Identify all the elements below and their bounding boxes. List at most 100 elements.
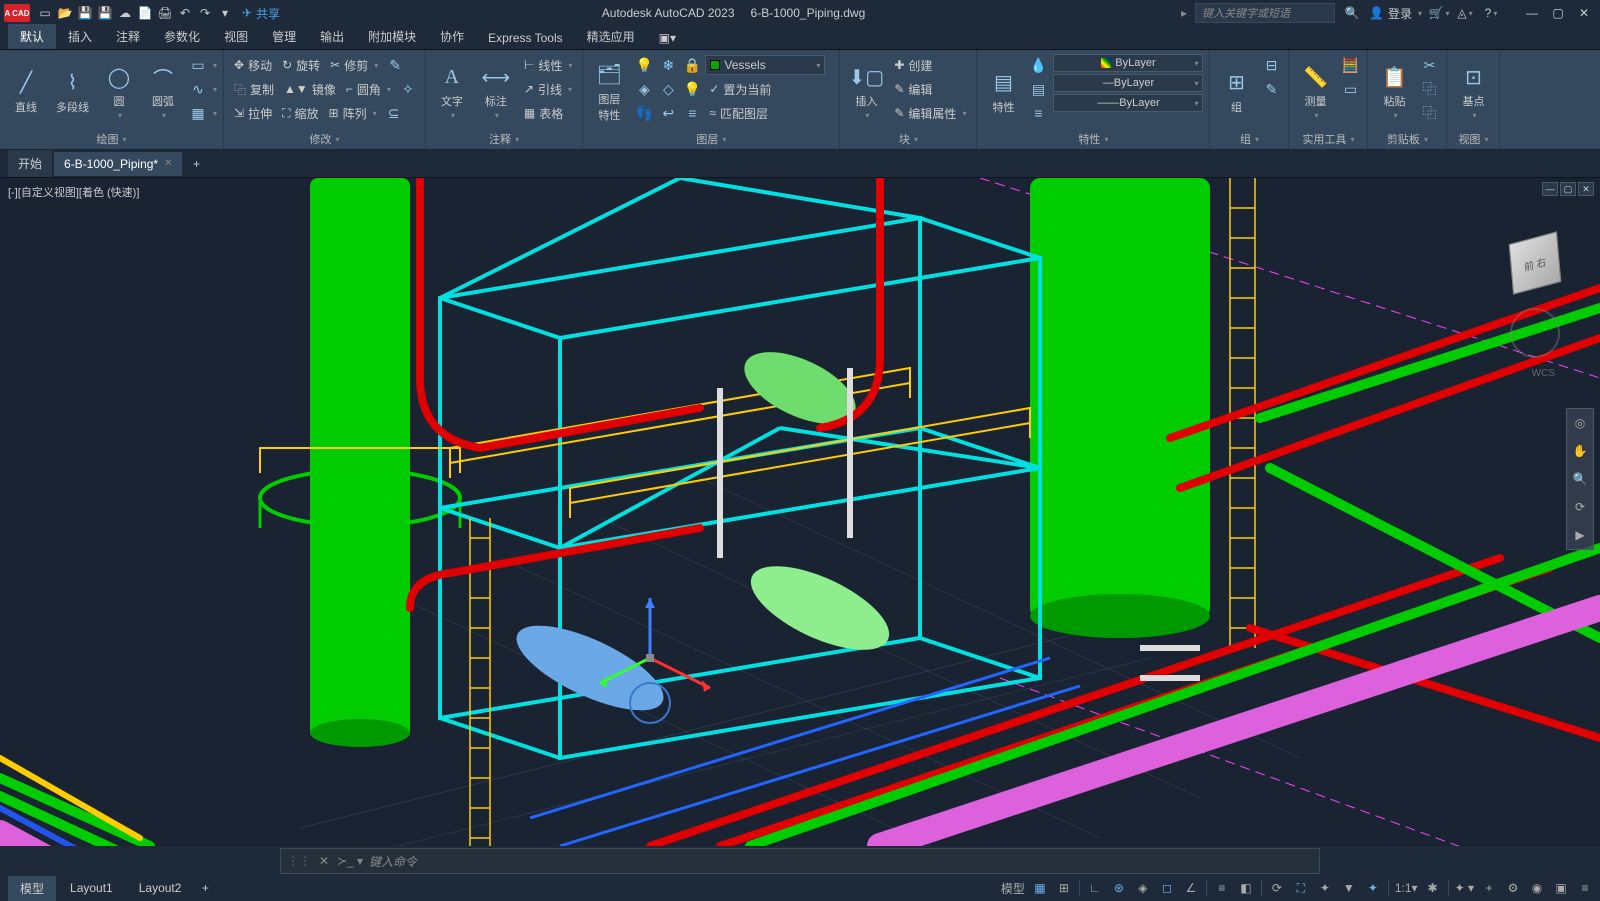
cmd-close-icon[interactable]: ✕ xyxy=(317,854,331,868)
isolate-icon[interactable]: ◉ xyxy=(1526,878,1548,898)
open-icon[interactable]: 📂 xyxy=(56,4,74,22)
custom-icon[interactable]: ≡ xyxy=(1574,878,1596,898)
workspace-icon[interactable]: ✦ ▾ xyxy=(1453,878,1476,898)
command-line[interactable]: ⋮⋮ ✕ ≻_ ▾ 键入命令 xyxy=(280,848,1320,874)
vp-minimize-icon[interactable]: — xyxy=(1542,182,1558,196)
layer-prev-icon[interactable]: ↩ xyxy=(657,102,679,124)
scale-button[interactable]: ⛶ 缩放 xyxy=(278,102,322,124)
mirror-button[interactable]: ▲▼ 镜像 xyxy=(280,78,340,100)
login-button[interactable]: 👤 登录 ▾ xyxy=(1369,5,1422,22)
paste-button[interactable]: 📋粘贴▾ xyxy=(1374,54,1414,129)
annovisibility-icon[interactable]: ✱ xyxy=(1422,878,1444,898)
stretch-button[interactable]: ⇲ 拉伸 xyxy=(230,102,276,124)
start-tab[interactable]: 开始 xyxy=(8,150,52,177)
ortho-icon[interactable]: ∟ xyxy=(1084,878,1106,898)
cut-icon[interactable]: ✂ xyxy=(1418,54,1440,76)
transparency-icon[interactable]: ◧ xyxy=(1235,878,1257,898)
saveas-icon[interactable]: 💾 xyxy=(96,4,114,22)
calc-icon[interactable]: 🧮 xyxy=(1339,54,1361,76)
app-icon[interactable]: A CAD xyxy=(4,4,30,22)
close-button[interactable]: ✕ xyxy=(1572,3,1596,23)
cycling-icon[interactable]: ⟳ xyxy=(1266,878,1288,898)
autodesk-icon[interactable]: ◬▾ xyxy=(1456,4,1474,22)
panel-label-layers[interactable]: 图层 xyxy=(589,129,833,147)
viewport[interactable]: [-][自定义视图][着色 (快速)] — ▢ ✕ 前 右 WCS ◎ ✋ 🔍 … xyxy=(0,178,1600,846)
ribbon-tab-express[interactable]: Express Tools xyxy=(476,27,574,49)
web-icon[interactable]: ☁ xyxy=(116,4,134,22)
spline-icon[interactable]: ∿ xyxy=(187,78,209,100)
text-button[interactable]: A文字▾ xyxy=(432,54,472,129)
erase-icon[interactable]: ✎ xyxy=(384,54,406,76)
ribbon-tab-addins[interactable]: 附加模块 xyxy=(356,24,428,49)
otrack-icon[interactable]: ∠ xyxy=(1180,878,1202,898)
panel-label-group[interactable]: 组 xyxy=(1216,129,1282,147)
layer-dropdown[interactable]: Vessels▾ xyxy=(705,55,825,75)
rotate-button[interactable]: ↻ 旋转 xyxy=(278,54,324,76)
panel-label-block[interactable]: 块 xyxy=(846,129,970,147)
insert-block-button[interactable]: ⬇▢插入▾ xyxy=(846,54,886,129)
dimension-button[interactable]: ⟷标注▾ xyxy=(476,54,516,129)
orbit-icon[interactable]: ⟳ xyxy=(1567,493,1593,521)
hatch-icon[interactable]: ▦ xyxy=(187,102,209,124)
maximize-button[interactable]: ▢ xyxy=(1546,3,1570,23)
layout1-tab[interactable]: Layout1 xyxy=(58,877,125,899)
layer-on-icon[interactable]: 💡 xyxy=(681,78,703,100)
leader-button[interactable]: ↗ 引线▾ xyxy=(520,78,576,100)
monitor-icon[interactable]: + xyxy=(1478,878,1500,898)
edit-attr-button[interactable]: ✎ 编辑属性▾ xyxy=(890,102,970,124)
viewcube[interactable]: 前 右 xyxy=(1500,228,1570,298)
panel-label-utilities[interactable]: 实用工具 xyxy=(1295,129,1361,147)
plot-icon[interactable]: 📄 xyxy=(136,4,154,22)
ribbon-tab-parametric[interactable]: 参数化 xyxy=(152,24,212,49)
share-button[interactable]: ✈ 共享 xyxy=(236,4,286,22)
filter-icon[interactable]: ▼ xyxy=(1338,878,1360,898)
circle-button[interactable]: ◯圆▾ xyxy=(99,54,139,129)
match-layer-button[interactable]: ≈ 匹配图层 xyxy=(705,102,772,124)
model-space-button[interactable]: 模型 xyxy=(999,878,1027,898)
osnap-icon[interactable]: ◻ xyxy=(1156,878,1178,898)
polyline-button[interactable]: ⌇多段线 xyxy=(50,54,95,129)
array-button[interactable]: ⊞ 阵列▾ xyxy=(325,102,381,124)
iso-icon[interactable]: ◈ xyxy=(1132,878,1154,898)
layer-state-icon[interactable]: ≡ xyxy=(681,102,703,124)
lineweight-icon[interactable]: ≡ xyxy=(1211,878,1233,898)
linear-dim-button[interactable]: ⊢ 线性▾ xyxy=(520,54,576,76)
copybase-icon[interactable]: ⿻ xyxy=(1418,102,1440,124)
color-dropdown[interactable]: ByLayer xyxy=(1053,54,1203,72)
edit-block-button[interactable]: ✎ 编辑 xyxy=(890,78,970,100)
hardware-icon[interactable]: ⚙ xyxy=(1502,878,1524,898)
layer-off-icon[interactable]: 💡 xyxy=(633,54,655,76)
prop-palette-icon[interactable]: ▤ xyxy=(1027,78,1049,100)
pan-icon[interactable]: ✋ xyxy=(1567,437,1593,465)
ribbon-tab-collaborate[interactable]: 协作 xyxy=(428,24,476,49)
qat-dropdown-icon[interactable]: ▾ xyxy=(216,4,234,22)
ribbon-tab-menu-icon[interactable]: ▣▾ xyxy=(647,27,688,49)
ribbon-tab-insert[interactable]: 插入 xyxy=(56,24,104,49)
layout2-tab[interactable]: Layout2 xyxy=(127,877,194,899)
help-icon[interactable]: ?▾ xyxy=(1482,4,1500,22)
cleanscreen-icon[interactable]: ▣ xyxy=(1550,878,1572,898)
move-button[interactable]: ✥ 移动 xyxy=(230,54,276,76)
layer-lock-icon[interactable]: 🔒 xyxy=(681,54,703,76)
vp-close-icon[interactable]: ✕ xyxy=(1578,182,1594,196)
cart-icon[interactable]: 🛒▾ xyxy=(1430,4,1448,22)
dynucs-icon[interactable]: ✦ xyxy=(1314,878,1336,898)
ribbon-tab-output[interactable]: 输出 xyxy=(308,24,356,49)
match-prop-icon[interactable]: 💧 xyxy=(1027,54,1049,76)
new-icon[interactable]: ▭ xyxy=(36,4,54,22)
offset-icon[interactable]: ⊆ xyxy=(383,102,405,124)
snap-icon[interactable]: ⊞ xyxy=(1053,878,1075,898)
close-tab-icon[interactable]: ✕ xyxy=(164,158,172,169)
properties-button[interactable]: ▤特性 xyxy=(983,54,1023,129)
panel-label-properties[interactable]: 特性 xyxy=(983,129,1203,147)
lineweight-dropdown[interactable]: — ByLayer xyxy=(1053,74,1203,92)
nav-wheel-icon[interactable]: ◎ xyxy=(1567,409,1593,437)
layer-properties-button[interactable]: 🗂图层 特性 xyxy=(589,54,629,129)
linetype-dropdown[interactable]: —— ByLayer xyxy=(1053,94,1203,112)
group-edit-icon[interactable]: ✎ xyxy=(1260,78,1282,100)
search-input[interactable]: 键入关键字或短语 xyxy=(1195,3,1335,23)
group-button[interactable]: ⊞组 xyxy=(1216,54,1256,129)
layer-iso-icon[interactable]: ◈ xyxy=(633,78,655,100)
annoscale-button[interactable]: 1:1 ▾ xyxy=(1393,878,1420,898)
panel-label-view[interactable]: 视图 xyxy=(1453,129,1493,147)
